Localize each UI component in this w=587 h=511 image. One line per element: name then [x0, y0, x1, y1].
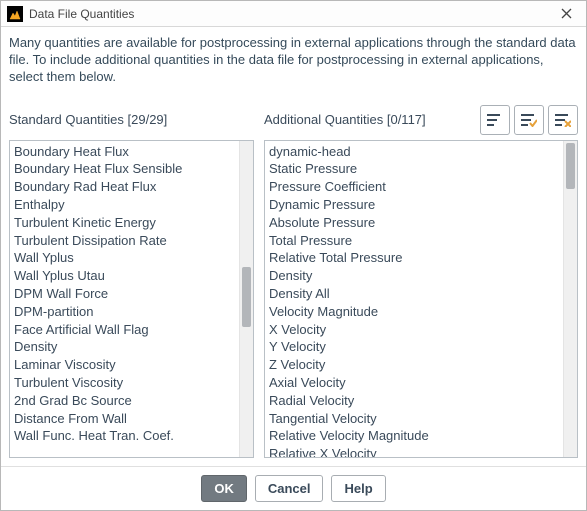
- list-item[interactable]: Absolute Pressure: [269, 214, 559, 232]
- select-all-button[interactable]: [514, 105, 544, 135]
- deselect-all-button[interactable]: [548, 105, 578, 135]
- dialog-footer: OK Cancel Help: [1, 466, 586, 510]
- list-item[interactable]: Static Pressure: [269, 160, 559, 178]
- list-item[interactable]: Relative Total Pressure: [269, 249, 559, 267]
- list-item[interactable]: Enthalpy: [14, 196, 235, 214]
- filter-button[interactable]: [480, 105, 510, 135]
- list-item[interactable]: DPM Wall Force: [14, 285, 235, 303]
- list-item[interactable]: Pressure Coefficient: [269, 178, 559, 196]
- list-item[interactable]: Relative Velocity Magnitude: [269, 427, 559, 445]
- list-item[interactable]: Density: [269, 267, 559, 285]
- list-item[interactable]: X Velocity: [269, 321, 559, 339]
- scrollbar[interactable]: [563, 141, 577, 457]
- ok-button[interactable]: OK: [201, 475, 247, 502]
- additional-column: Additional Quantities [0/117]: [264, 104, 578, 458]
- list-item[interactable]: Wall Func. Heat Tran. Coef.: [14, 427, 235, 445]
- list-item[interactable]: 2nd Grad Bc Source: [14, 392, 235, 410]
- list-item[interactable]: Distance From Wall: [14, 410, 235, 428]
- additional-header: Additional Quantities [0/117]: [264, 112, 426, 127]
- window-title: Data File Quantities: [29, 7, 134, 21]
- list-item[interactable]: Turbulent Viscosity: [14, 374, 235, 392]
- help-button[interactable]: Help: [331, 475, 385, 502]
- list-item[interactable]: Velocity Magnitude: [269, 303, 559, 321]
- scrollbar-thumb[interactable]: [242, 267, 251, 327]
- list-item[interactable]: Laminar Viscosity: [14, 356, 235, 374]
- list-item[interactable]: Boundary Heat Flux Sensible: [14, 160, 235, 178]
- list-item[interactable]: Turbulent Dissipation Rate: [14, 232, 235, 250]
- list-item[interactable]: Boundary Rad Heat Flux: [14, 178, 235, 196]
- list-item[interactable]: Wall Yplus Utau: [14, 267, 235, 285]
- list-toolbar: [480, 105, 578, 135]
- scrollbar-thumb[interactable]: [566, 143, 575, 189]
- standard-listbox[interactable]: Boundary Heat FluxBoundary Heat Flux Sen…: [9, 140, 254, 458]
- list-item[interactable]: Boundary Heat Flux: [14, 143, 235, 161]
- standard-column: Standard Quantities [29/29] Boundary Hea…: [9, 104, 254, 458]
- list-item[interactable]: DPM-partition: [14, 303, 235, 321]
- list-item[interactable]: Dynamic Pressure: [269, 196, 559, 214]
- list-item[interactable]: Y Velocity: [269, 338, 559, 356]
- list-item[interactable]: Turbulent Kinetic Energy: [14, 214, 235, 232]
- list-item[interactable]: Density: [14, 338, 235, 356]
- cancel-button[interactable]: Cancel: [255, 475, 324, 502]
- list-item[interactable]: Total Pressure: [269, 232, 559, 250]
- list-item[interactable]: Density All: [269, 285, 559, 303]
- description-text: Many quantities are available for postpr…: [9, 35, 578, 86]
- standard-header: Standard Quantities [29/29]: [9, 112, 167, 127]
- app-icon: [7, 6, 23, 22]
- list-item[interactable]: Tangential Velocity: [269, 410, 559, 428]
- dialog-content: Many quantities are available for postpr…: [1, 27, 586, 466]
- list-item[interactable]: Relative X Velocity: [269, 445, 559, 457]
- close-button[interactable]: [552, 4, 580, 24]
- list-item[interactable]: dynamic-head: [269, 143, 559, 161]
- titlebar: Data File Quantities: [1, 1, 586, 27]
- list-item[interactable]: Z Velocity: [269, 356, 559, 374]
- additional-listbox[interactable]: dynamic-headStatic PressurePressure Coef…: [264, 140, 578, 458]
- columns: Standard Quantities [29/29] Boundary Hea…: [9, 104, 578, 458]
- scrollbar[interactable]: [239, 141, 253, 457]
- list-item[interactable]: Radial Velocity: [269, 392, 559, 410]
- list-item[interactable]: Face Artificial Wall Flag: [14, 321, 235, 339]
- list-item[interactable]: Wall Yplus: [14, 249, 235, 267]
- list-item[interactable]: Axial Velocity: [269, 374, 559, 392]
